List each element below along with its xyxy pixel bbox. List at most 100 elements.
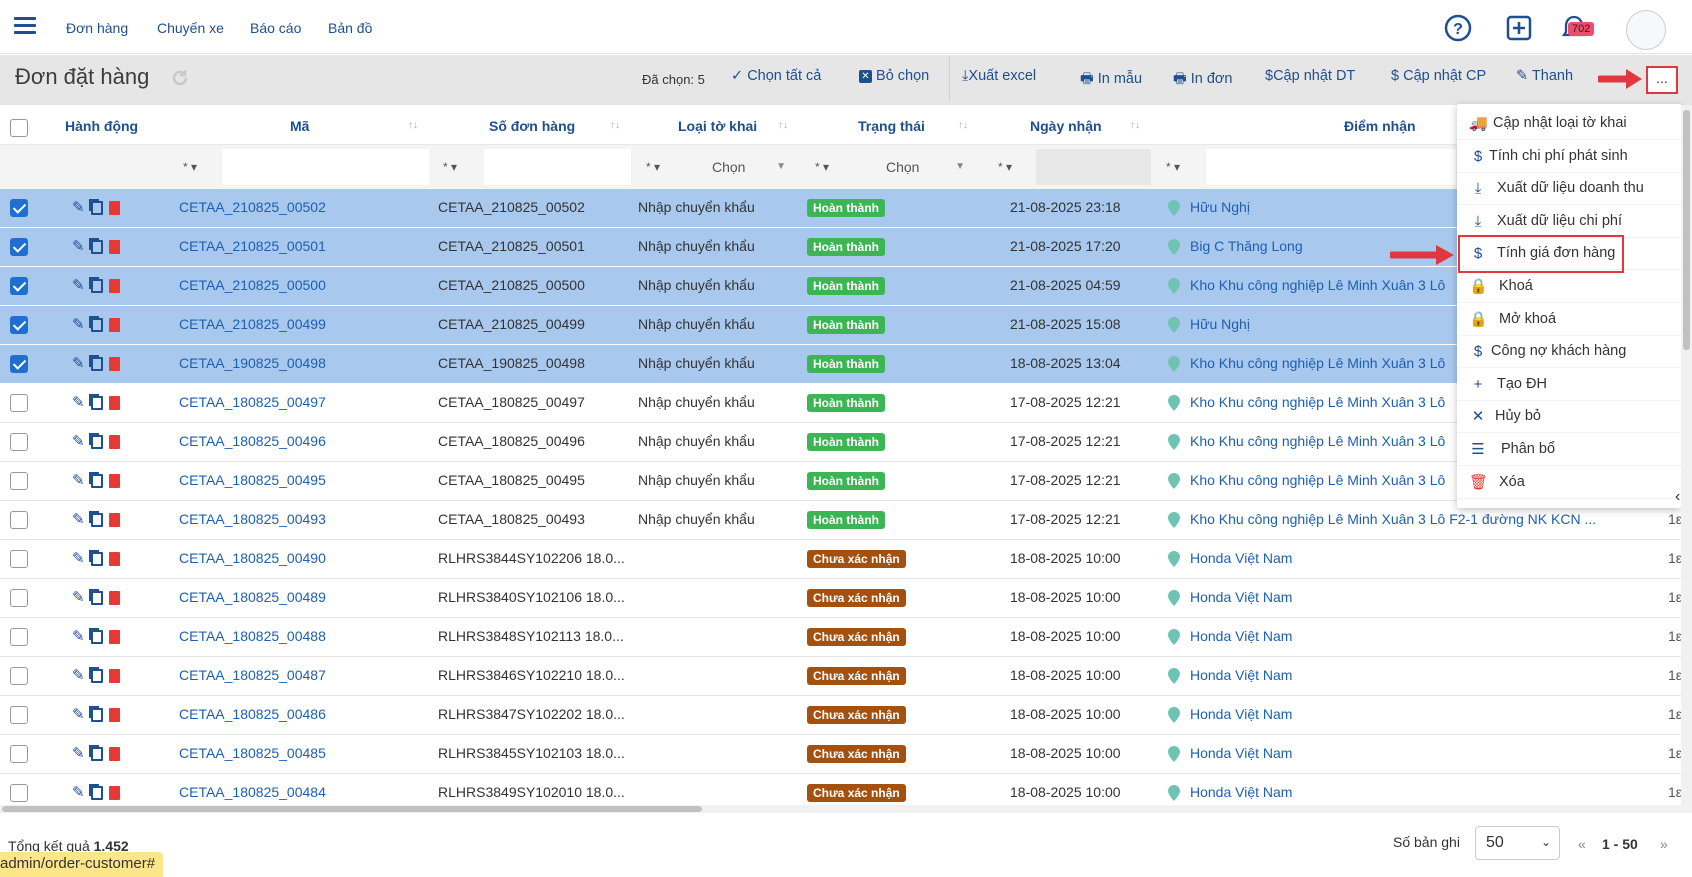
nav-trips[interactable]: Chuyến xe xyxy=(157,20,224,36)
copy-icon[interactable] xyxy=(90,513,103,527)
edit-icon[interactable]: ✎ xyxy=(72,278,85,293)
pickup-point-link[interactable]: Kho Khu công nghiệp Lê Minh Xuân 3 Lô xyxy=(1190,355,1445,371)
copy-icon[interactable] xyxy=(90,279,103,293)
export-excel-button[interactable]: ⤓Xuất excel xyxy=(962,68,1036,84)
copy-icon[interactable] xyxy=(90,747,103,761)
row-checkbox[interactable] xyxy=(10,433,28,451)
trash-icon[interactable] xyxy=(108,747,120,761)
filter-point-input[interactable] xyxy=(1206,149,1456,185)
refresh-icon[interactable] xyxy=(170,68,190,88)
pickup-point-link[interactable]: Honda Việt Nam xyxy=(1190,745,1292,761)
copy-icon[interactable] xyxy=(90,435,103,449)
pickup-point-link[interactable]: Honda Việt Nam xyxy=(1190,667,1292,683)
edit-icon[interactable]: ✎ xyxy=(72,434,85,449)
row-checkbox[interactable] xyxy=(10,277,28,295)
order-code-link[interactable]: CETAA_210825_00500 xyxy=(179,277,326,293)
order-code-link[interactable]: CETAA_180825_00495 xyxy=(179,472,326,488)
pickup-point-link[interactable]: Kho Khu công nghiệp Lê Minh Xuân 3 Lô F2… xyxy=(1190,511,1596,527)
dropdown-item[interactable]: $ Công nợ khách hàng xyxy=(1457,336,1681,369)
pickup-point-link[interactable]: Kho Khu công nghiệp Lê Minh Xuân 3 Lô xyxy=(1190,277,1445,293)
order-code-link[interactable]: CETAA_180825_00493 xyxy=(179,511,326,527)
select-all-button[interactable]: ✓ Chọn tất cả xyxy=(731,68,821,84)
order-code-link[interactable]: CETAA_210825_00502 xyxy=(179,199,326,215)
update-revenue-button[interactable]: $Cập nhật DT xyxy=(1265,68,1355,84)
edit-icon[interactable]: ✎ xyxy=(72,512,85,527)
col-declaration-type[interactable]: Loại tờ khai xyxy=(678,118,757,134)
copy-icon[interactable] xyxy=(90,396,103,410)
row-checkbox[interactable] xyxy=(10,628,28,646)
row-checkbox[interactable] xyxy=(10,784,28,802)
row-checkbox[interactable] xyxy=(10,550,28,568)
dropdown-item[interactable]: 🔒 Mở khoá xyxy=(1457,304,1681,336)
avatar[interactable] xyxy=(1626,10,1666,50)
trash-icon[interactable] xyxy=(108,201,120,215)
filter-op[interactable]: * ▾ xyxy=(183,160,197,174)
table-row[interactable]: ✎ CETAA_180825_00485 RLHRS3845SY102103 18.… xyxy=(0,735,1692,774)
filter-op[interactable]: * ▾ xyxy=(998,160,1012,174)
page-size-select[interactable]: 50 ⌄ xyxy=(1475,826,1560,860)
order-code-link[interactable]: CETAA_180825_00486 xyxy=(179,706,326,722)
pickup-point-link[interactable]: Kho Khu công nghiệp Lê Minh Xuân 3 Lô xyxy=(1190,472,1445,488)
pickup-point-link[interactable]: Hữu Nghị xyxy=(1190,199,1250,215)
menu-icon[interactable] xyxy=(14,17,36,35)
order-code-link[interactable]: CETAA_180825_00490 xyxy=(179,550,326,566)
row-checkbox[interactable] xyxy=(10,745,28,763)
order-code-link[interactable]: CETAA_180825_00497 xyxy=(179,394,326,410)
trash-icon[interactable] xyxy=(108,552,120,566)
pickup-point-link[interactable]: Honda Việt Nam xyxy=(1190,550,1292,566)
trash-icon[interactable] xyxy=(108,630,120,644)
trash-icon[interactable] xyxy=(108,786,120,800)
order-code-link[interactable]: CETAA_180825_00488 xyxy=(179,628,326,644)
trash-icon[interactable] xyxy=(108,318,120,332)
dropdown-item[interactable]: ☰ Phân bổ xyxy=(1457,434,1681,466)
edit-icon[interactable]: ✎ xyxy=(72,785,85,800)
pickup-point-link[interactable]: Kho Khu công nghiệp Lê Minh Xuân 3 Lô xyxy=(1190,433,1445,449)
order-code-link[interactable]: CETAA_210825_00501 xyxy=(179,238,326,254)
pickup-point-link[interactable]: Honda Việt Nam xyxy=(1190,628,1292,644)
order-code-link[interactable]: CETAA_180825_00489 xyxy=(179,589,326,605)
nav-orders[interactable]: Đơn hàng xyxy=(66,20,128,36)
order-code-link[interactable]: CETAA_180825_00484 xyxy=(179,784,326,800)
col-order-no[interactable]: Số đơn hàng xyxy=(489,118,575,134)
table-row[interactable]: ✎ CETAA_180825_00487 RLHRS3846SY102210 18.… xyxy=(0,657,1692,696)
row-checkbox[interactable] xyxy=(10,238,28,256)
row-checkbox[interactable] xyxy=(10,667,28,685)
table-row[interactable]: ✎ CETAA_180825_00496 CETAA_180825_00496 Nhậ… xyxy=(0,423,1692,462)
prev-page-button[interactable]: « xyxy=(1578,836,1586,852)
dropdown-item[interactable]: 🔒 Khoá xyxy=(1457,271,1681,303)
table-row[interactable]: ✎ CETAA_190825_00498 CETAA_190825_00498 Nhậ… xyxy=(0,345,1692,384)
pickup-point-link[interactable]: Hữu Nghị xyxy=(1190,316,1250,332)
more-actions-button[interactable]: ... xyxy=(1646,66,1678,94)
edit-icon[interactable]: ✎ xyxy=(72,317,85,332)
filter-status-select[interactable]: Chọn ▼ xyxy=(860,149,975,185)
table-row[interactable]: ✎ CETAA_180825_00493 CETAA_180825_00493 Nhậ… xyxy=(0,501,1692,540)
print-template-button[interactable]: 🖶 In mẫu xyxy=(1080,68,1142,93)
copy-icon[interactable] xyxy=(90,201,103,215)
dropdown-item[interactable]: ⤓ Xuất dữ liệu chi phí xyxy=(1457,206,1681,238)
table-row[interactable]: ✎ CETAA_210825_00499 CETAA_210825_00499 Nhậ… xyxy=(0,306,1692,345)
copy-icon[interactable] xyxy=(90,552,103,566)
edit-icon[interactable]: ✎ xyxy=(72,239,85,254)
table-row[interactable]: ✎ CETAA_180825_00495 CETAA_180825_00495 Nhậ… xyxy=(0,462,1692,501)
filter-type-select[interactable]: Chọn ▼ xyxy=(686,149,796,185)
dropdown-item[interactable]: ✕ Hủy bỏ xyxy=(1457,401,1681,434)
select-all-checkbox[interactable] xyxy=(10,119,28,137)
add-square-icon[interactable] xyxy=(1505,14,1533,42)
pickup-point-link[interactable]: Kho Khu công nghiệp Lê Minh Xuân 3 Lô xyxy=(1190,394,1445,410)
trash-icon[interactable] xyxy=(108,708,120,722)
pickup-point-link[interactable]: Big C Thăng Long xyxy=(1190,238,1303,254)
sort-icon[interactable]: ↑↓ xyxy=(958,120,968,131)
table-row[interactable]: ✎ CETAA_180825_00488 RLHRS3848SY102113 18.… xyxy=(0,618,1692,657)
edit-icon[interactable]: ✎ xyxy=(72,473,85,488)
edit-icon[interactable]: ✎ xyxy=(72,590,85,605)
horizontal-scroll-thumb[interactable] xyxy=(2,806,702,812)
dropdown-item[interactable]: 🚚 Cập nhật loại tờ khai xyxy=(1457,108,1681,140)
edit-icon[interactable]: ✎ xyxy=(72,395,85,410)
table-row[interactable]: ✎ CETAA_210825_00502 CETAA_210825_00502 Nhậ… xyxy=(0,189,1692,228)
edit-icon[interactable]: ✎ xyxy=(72,551,85,566)
trash-icon[interactable] xyxy=(108,513,120,527)
table-row[interactable]: ✎ CETAA_180825_00497 CETAA_180825_00497 Nhậ… xyxy=(0,384,1692,423)
trash-icon[interactable] xyxy=(108,591,120,605)
row-checkbox[interactable] xyxy=(10,706,28,724)
order-code-link[interactable]: CETAA_180825_00485 xyxy=(179,745,326,761)
